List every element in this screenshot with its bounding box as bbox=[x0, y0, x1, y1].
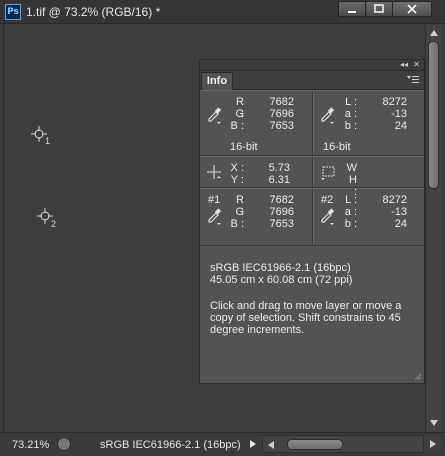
minimize-icon bbox=[348, 11, 356, 13]
eyedropper-icon[interactable] bbox=[207, 105, 223, 125]
color-readout-2: L : 8272 a : -13 b : 24 16-bit bbox=[312, 91, 424, 155]
channel-value: 24 bbox=[394, 218, 407, 230]
channel-label: b : bbox=[344, 120, 357, 132]
channel-value: 7696 bbox=[269, 108, 294, 120]
bit-depth-label[interactable]: 16-bit bbox=[323, 141, 351, 153]
y-value: 6.31 bbox=[268, 174, 290, 186]
position-section: X : 5.73 Y : 6.31 W : H : bbox=[200, 156, 424, 198]
close-panel-icon[interactable]: ✕ bbox=[413, 60, 420, 70]
channel-value: 7696 bbox=[269, 206, 294, 218]
status-menu-icon[interactable] bbox=[57, 437, 71, 451]
status-menu-arrow-icon[interactable] bbox=[249, 439, 257, 449]
info-panel: ◂◂ ✕ Info R : 7682 G : 7696 B: 7653 16-… bbox=[199, 59, 425, 384]
tool-hint: Click and drag to move layer or move a c… bbox=[210, 300, 402, 336]
color-sampler-1: #1 R : 7682 G : 7696 B : 7653 bbox=[200, 189, 312, 245]
channel-value: -13 bbox=[391, 108, 407, 120]
photoshop-logo-icon: Ps bbox=[5, 4, 21, 20]
x-label: X : bbox=[230, 162, 244, 174]
cursor-position: X : 5.73 Y : 6.31 bbox=[200, 157, 312, 187]
crosshair-icon[interactable] bbox=[206, 164, 222, 180]
y-label: Y : bbox=[230, 174, 244, 186]
close-icon bbox=[407, 4, 417, 14]
status-info: sRGB IEC61966-2.1 (16bpc) bbox=[100, 439, 241, 451]
maximize-icon bbox=[374, 4, 384, 13]
minimize-button[interactable] bbox=[338, 1, 366, 17]
sampler-section: #1 R : 7682 G : 7696 B : 7653 #2 L: 827… bbox=[200, 188, 424, 246]
sampler-marker-label: 1 bbox=[45, 136, 51, 146]
title-bar: Ps 1.tif @ 73.2% (RGB/16) * bbox=[0, 0, 445, 24]
x-value: 5.73 bbox=[268, 162, 290, 174]
selection-size-icon[interactable] bbox=[320, 164, 338, 180]
channel-label: L : bbox=[345, 194, 357, 206]
color-readout-section: R : 7682 G : 7696 B : 7653 16-bit L : 82… bbox=[200, 90, 424, 156]
eyedropper-icon[interactable] bbox=[320, 105, 336, 125]
color-readout-1: R : 7682 G : 7696 B : 7653 16-bit bbox=[200, 91, 312, 155]
panel-menu-icon[interactable] bbox=[407, 75, 419, 85]
tab-info[interactable]: Info bbox=[201, 72, 233, 90]
vertical-scrollbar[interactable] bbox=[425, 25, 441, 432]
scroll-up-icon[interactable] bbox=[429, 28, 439, 38]
resize-grip-icon[interactable] bbox=[414, 373, 422, 381]
eyedropper-icon[interactable] bbox=[320, 206, 336, 226]
sampler-slot-label: #2 bbox=[321, 194, 334, 206]
channel-label: a : bbox=[344, 206, 357, 218]
channel-value: 8272 bbox=[382, 194, 407, 206]
channel-label: B : bbox=[230, 120, 244, 132]
color-sampler-2: #2 L : 8272 a : -13 b : 24 bbox=[312, 189, 424, 245]
scroll-down-icon[interactable] bbox=[429, 418, 439, 428]
channel-value: 8272 bbox=[382, 96, 407, 108]
vertical-scroll-thumb[interactable] bbox=[428, 41, 439, 189]
maximize-button[interactable] bbox=[365, 1, 393, 17]
status-bar: 73.21% sRGB IEC61966-2.1 (16bpc) bbox=[0, 432, 445, 456]
channel-label: a : bbox=[344, 108, 357, 120]
document-dimensions: 45.05 cm x 60.08 cm (72 ppi) bbox=[210, 274, 353, 286]
channel-value: 7653 bbox=[269, 218, 294, 230]
channel-label: B : bbox=[230, 218, 244, 230]
sampler-marker-label: 2 bbox=[51, 219, 57, 229]
channel-value: 24 bbox=[394, 120, 407, 132]
channel-value: 7653 bbox=[269, 120, 294, 132]
channel-label: L : bbox=[345, 96, 357, 108]
zoom-field[interactable]: 73.21% bbox=[6, 437, 54, 453]
sampler-slot-label: #1 bbox=[208, 194, 221, 206]
horizontal-scrollbar[interactable] bbox=[262, 435, 424, 453]
scroll-right-icon[interactable] bbox=[429, 439, 437, 449]
selection-size: W : H : bbox=[312, 157, 424, 198]
close-window-button[interactable] bbox=[392, 1, 432, 17]
bit-depth-label[interactable]: 16-bit bbox=[230, 141, 258, 153]
panel-header-strip: ◂◂ ✕ bbox=[200, 60, 424, 71]
channel-value: 7682 bbox=[269, 194, 294, 206]
scroll-corner bbox=[425, 435, 441, 453]
panel-tab-bar: Info bbox=[200, 71, 424, 90]
horizontal-scroll-thumb[interactable] bbox=[287, 439, 343, 450]
channel-value: -13 bbox=[391, 206, 407, 218]
scroll-left-icon[interactable] bbox=[267, 440, 275, 450]
channel-label: b : bbox=[344, 218, 357, 230]
window-title: 1.tif @ 73.2% (RGB/16) * bbox=[26, 5, 161, 19]
document-profile: sRGB IEC61966-2.1 (16bpc) bbox=[210, 262, 351, 274]
collapse-panel-icon[interactable]: ◂◂ bbox=[400, 60, 408, 70]
eyedropper-icon[interactable] bbox=[207, 206, 223, 226]
channel-value: 7682 bbox=[269, 96, 294, 108]
